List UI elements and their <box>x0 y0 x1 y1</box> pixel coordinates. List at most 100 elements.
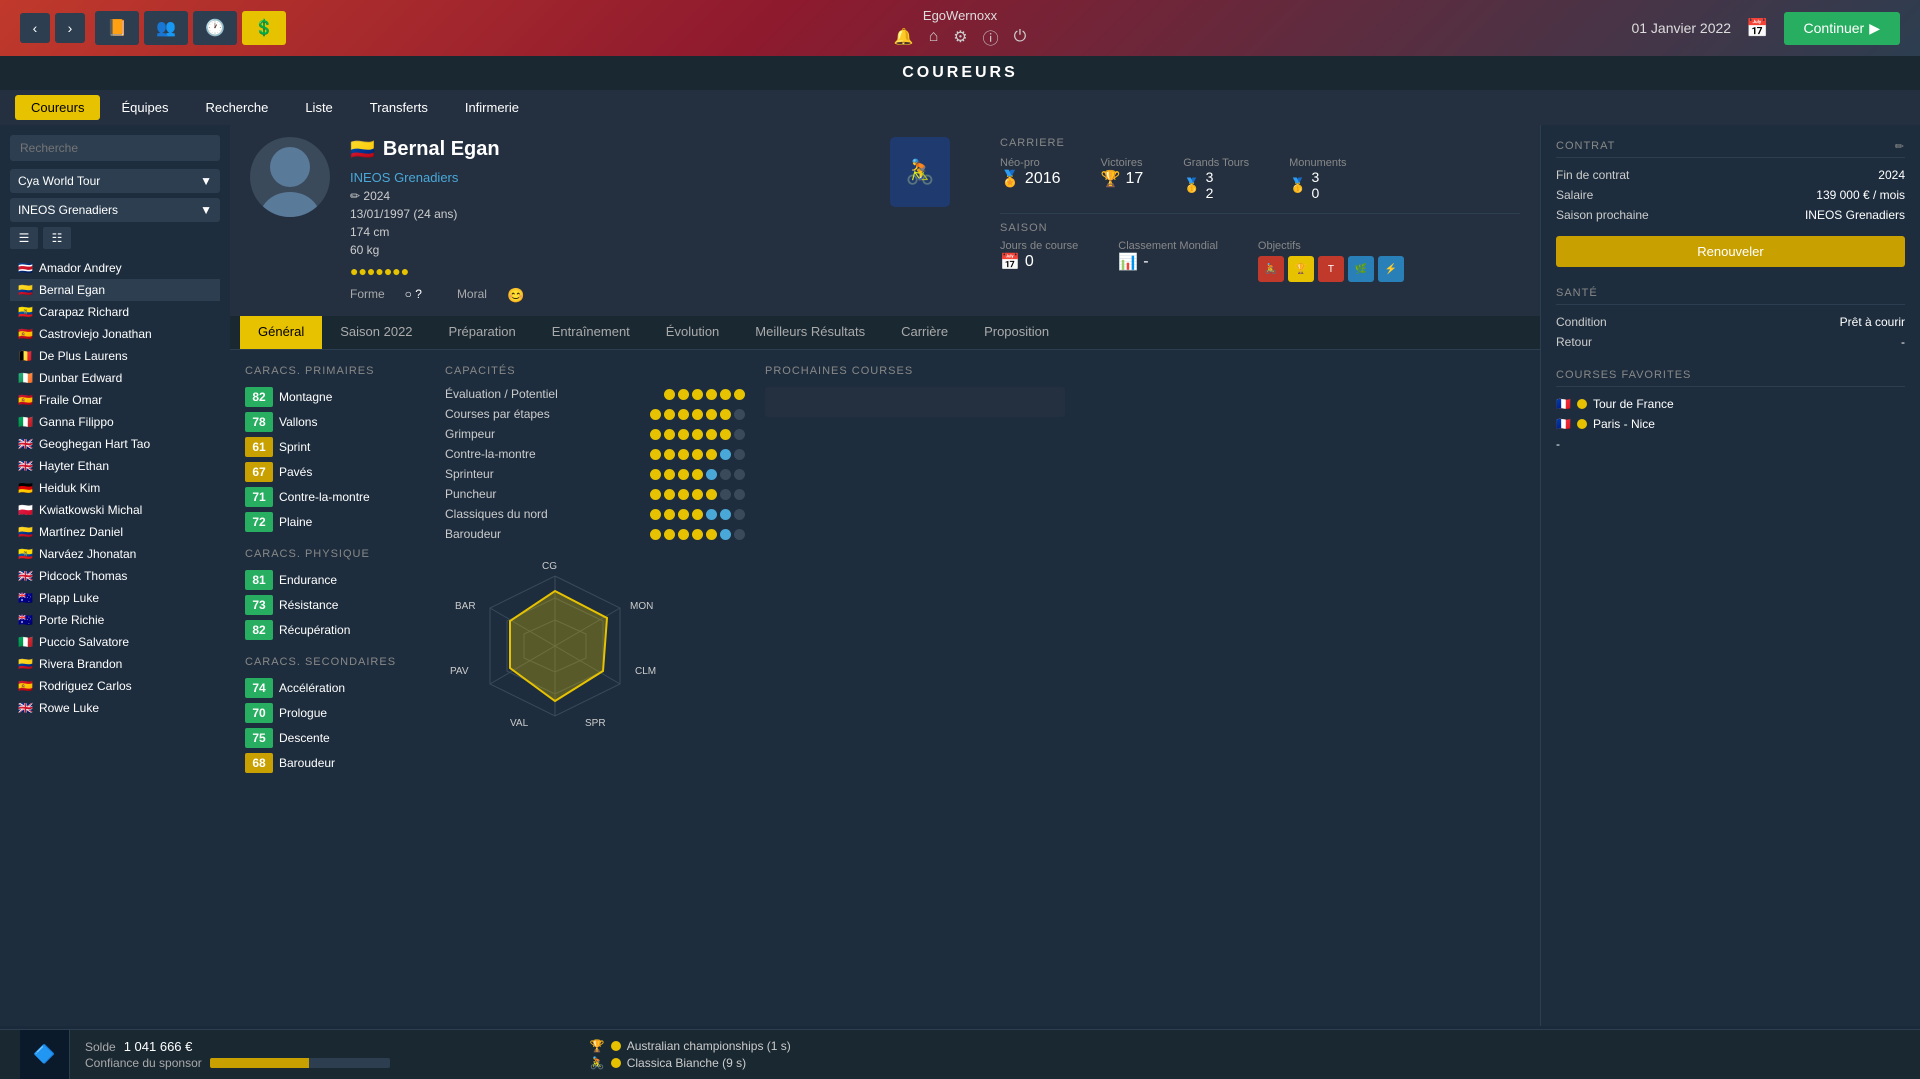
dot <box>706 489 717 500</box>
nav-tab-clock[interactable]: 🕐 <box>193 11 237 45</box>
list-item[interactable]: 🇬🇧 Pidcock Thomas <box>10 565 220 587</box>
nav-tab-team[interactable]: 👥 <box>144 11 188 45</box>
list-item[interactable]: 🇨🇴 Bernal Egan <box>10 279 220 301</box>
stat-vallons-val: 78 <box>245 412 273 432</box>
list-item[interactable]: 🇨🇴 Martínez Daniel <box>10 521 220 543</box>
tab-meilleurs[interactable]: Meilleurs Résultats <box>737 316 883 349</box>
list-item[interactable]: 🇨🇷 Amador Andrey <box>10 257 220 279</box>
list-item[interactable]: 🇨🇴 Rivera Brandon <box>10 653 220 675</box>
team-dropdown[interactable]: INEOS Grenadiers ▼ <box>10 198 220 222</box>
moral-icon: 😊 <box>507 287 524 304</box>
tab-evolution[interactable]: Évolution <box>648 316 737 349</box>
rider-name-row: 🇨🇴 Bernal Egan <box>350 137 870 162</box>
subnav-infirmerie[interactable]: Infirmerie <box>449 95 535 120</box>
cycling-icon: 🚴 <box>590 1056 605 1070</box>
list-item[interactable]: 🇦🇺 Plapp Luke <box>10 587 220 609</box>
cap-dots <box>650 469 745 480</box>
cap-dots <box>650 489 745 500</box>
tab-carriere[interactable]: Carrière <box>883 316 966 349</box>
cap-dots <box>664 389 745 400</box>
app-title: EgoWernoxx <box>923 8 997 23</box>
flag-icon: 🇪🇨 <box>18 305 33 319</box>
stat-sprint-val: 61 <box>245 437 273 457</box>
settings-icon[interactable]: ⚙ <box>953 27 967 47</box>
dot <box>678 389 689 400</box>
tab-preparation[interactable]: Préparation <box>431 316 534 349</box>
rider-header: 🇨🇴 Bernal Egan INEOS Grenadiers ✏ 2024 1… <box>230 125 1540 316</box>
forme-icon: ○ ? <box>405 287 422 304</box>
dot <box>734 389 745 400</box>
subnav-liste[interactable]: Liste <box>289 95 348 120</box>
calendar-icon[interactable]: 📅 <box>1746 18 1768 39</box>
list-item[interactable]: 🇮🇹 Puccio Salvatore <box>10 631 220 653</box>
salaire-row: Salaire 139 000 € / mois <box>1556 188 1905 202</box>
list-item[interactable]: 🇩🇪 Heiduk Kim <box>10 477 220 499</box>
edit-icon2[interactable]: ✏ <box>1895 140 1905 153</box>
list-item[interactable]: 🇪🇸 Rodriguez Carlos <box>10 675 220 697</box>
top-bar-center: EgoWernoxx 🔔 ⌂ ⚙ ⓘ ⏻ <box>894 8 1027 49</box>
trophy-icon: 🏅 <box>1000 169 1020 189</box>
cap-row: Classiques du nord <box>445 507 745 521</box>
chevron-icon: ▼ <box>200 174 212 188</box>
list-item[interactable]: 🇮🇪 Dunbar Edward <box>10 367 220 389</box>
subnav-equipes[interactable]: Équipes <box>105 95 184 120</box>
home-icon[interactable]: ⌂ <box>929 28 939 46</box>
stat-row: 67 Pavés <box>245 462 425 482</box>
list-item[interactable]: 🇪🇨 Carapaz Richard <box>10 301 220 323</box>
list-item[interactable]: 🇮🇹 Ganna Filippo <box>10 411 220 433</box>
info-icon[interactable]: ⓘ <box>983 25 999 49</box>
list-item[interactable]: 🇬🇧 Geoghegan Hart Tao <box>10 433 220 455</box>
right-panel: CONTRAT ✏ Fin de contrat 2024 Salaire 13… <box>1540 125 1920 1026</box>
subnav-recherche[interactable]: Recherche <box>189 95 284 120</box>
main-layout: Cya World Tour ▼ INEOS Grenadiers ▼ ☰ ☷ … <box>0 125 1920 1026</box>
rider-weight: 60 kg <box>350 243 870 257</box>
stat-plaine-label: Plaine <box>279 515 312 529</box>
list-item[interactable]: 🇬🇧 Hayter Ethan <box>10 455 220 477</box>
power-icon[interactable]: ⏻ <box>1014 28 1027 46</box>
renew-button[interactable]: Renouveler <box>1556 236 1905 267</box>
list-item[interactable]: 🇵🇱 Kwiatkowski Michal <box>10 499 220 521</box>
nav-back-button[interactable]: ‹ <box>20 13 50 43</box>
bell-icon[interactable]: 🔔 <box>894 27 914 47</box>
tab-proposition[interactable]: Proposition <box>966 316 1067 349</box>
list-item[interactable]: 🇧🇪 De Plus Laurens <box>10 345 220 367</box>
stat-paves-val: 67 <box>245 462 273 482</box>
subnav-coureurs[interactable]: Coureurs <box>15 95 100 120</box>
search-input[interactable] <box>10 135 220 161</box>
list-item[interactable]: 🇪🇸 Castroviejo Jonathan <box>10 323 220 345</box>
rider-team[interactable]: INEOS Grenadiers <box>350 170 870 185</box>
fav-name2: Paris - Nice <box>1593 417 1655 431</box>
continue-button[interactable]: Continuer ▶ <box>1784 12 1900 45</box>
cap-dots <box>650 449 745 460</box>
chevron-icon: ▼ <box>200 203 212 217</box>
nav-arrows: ‹ › <box>20 13 85 43</box>
tour-dropdown[interactable]: Cya World Tour ▼ <box>10 169 220 193</box>
obj-icon2: 🏆 <box>1288 256 1314 282</box>
list-item[interactable]: 🇦🇺 Porte Richie <box>10 609 220 631</box>
tab-entrainement[interactable]: Entraînement <box>534 316 648 349</box>
rider-info: 🇨🇴 Bernal Egan INEOS Grenadiers ✏ 2024 1… <box>350 137 870 304</box>
contrat-section: CONTRAT ✏ Fin de contrat 2024 Salaire 13… <box>1556 140 1905 267</box>
stat-row: 70 Prologue <box>245 703 425 723</box>
nav-tab-finance[interactable]: 💲 <box>242 11 286 45</box>
list-item[interactable]: 🇪🇨 Narváez Jhonatan <box>10 543 220 565</box>
tab-general[interactable]: Général <box>240 316 322 349</box>
cap-row: Grimpeur <box>445 427 745 441</box>
cap-row: Contre-la-montre <box>445 447 745 461</box>
nav-tab-briefcase[interactable]: 📙 <box>95 11 139 45</box>
stats-area: CARACS. PRIMAIRES 82 Montagne 78 Vallons… <box>230 350 1540 793</box>
tab-saison[interactable]: Saison 2022 <box>322 316 430 349</box>
view-grid-icon[interactable]: ☷ <box>43 227 71 249</box>
dot <box>706 529 717 540</box>
list-item[interactable]: 🇪🇸 Fraile Omar <box>10 389 220 411</box>
dot <box>706 389 717 400</box>
view-list-icon[interactable]: ☰ <box>10 227 38 249</box>
nav-forward-button[interactable]: › <box>55 13 85 43</box>
subnav-transferts[interactable]: Transferts <box>354 95 444 120</box>
stat-recuperation-label: Récupération <box>279 623 350 637</box>
fav-name1: Tour de France <box>1593 397 1674 411</box>
dot <box>692 389 703 400</box>
list-item[interactable]: 🇬🇧 Rowe Luke <box>10 697 220 719</box>
rider-stars: ●●●●●●● <box>350 263 409 279</box>
capacities-title: CAPACITÉS <box>445 365 745 377</box>
